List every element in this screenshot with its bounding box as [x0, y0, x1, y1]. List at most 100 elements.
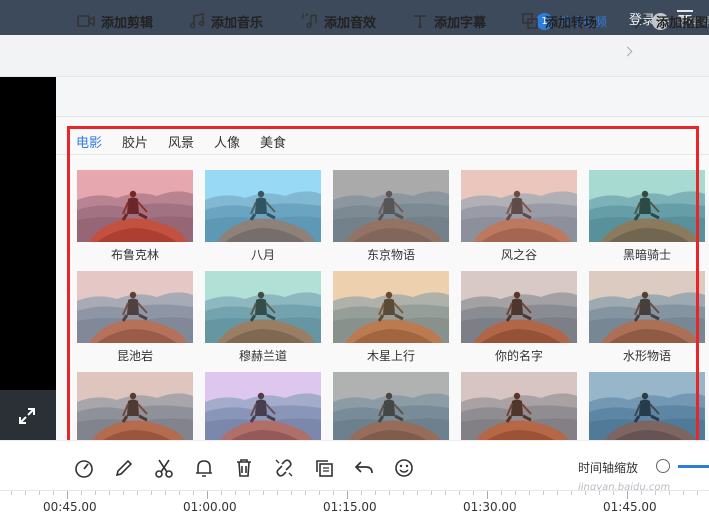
filter-thumbnail[interactable]: [461, 271, 577, 343]
transition-icon: [522, 13, 538, 29]
timeline-minor-tick: [501, 491, 502, 495]
timeline-time-label: 01:30.00: [463, 500, 517, 514]
filter-thumbnail[interactable]: [333, 271, 449, 343]
tab-food[interactable]: 美食: [260, 132, 286, 151]
timeline-minor-tick: [123, 491, 124, 495]
timeline-major-tick: [627, 491, 628, 499]
tool-label: 添加剪辑: [101, 15, 154, 31]
filter-thumbnail[interactable]: [461, 372, 577, 440]
tab-movie[interactable]: 电影: [76, 132, 102, 151]
tab-portrait[interactable]: 人像: [214, 132, 240, 151]
text-icon: [414, 15, 426, 28]
add-subtitle-button[interactable]: 添加字幕: [412, 11, 486, 31]
filter-thumbnail[interactable]: [77, 271, 193, 343]
timeline-minor-tick: [403, 491, 404, 495]
filter-thumbnail[interactable]: [333, 170, 449, 242]
timeline-minor-tick: [81, 491, 82, 495]
timeline-zoom-label: 时间轴缩放: [578, 461, 639, 475]
add-clip-button[interactable]: 添加剪辑: [77, 11, 153, 31]
music-note-icon: [189, 13, 205, 29]
timeline-minor-tick: [39, 491, 40, 495]
filter-label: 风之谷: [500, 248, 537, 262]
timeline-minor-tick: [641, 491, 642, 495]
timeline-major-tick: [487, 491, 488, 499]
tab-film[interactable]: 胶片: [122, 132, 148, 151]
timeline-minor-tick: [277, 491, 278, 495]
timeline-minor-tick: [613, 491, 614, 495]
fullscreen-expand-icon[interactable]: [17, 406, 37, 426]
timeline-minor-tick: [445, 491, 446, 495]
filter-label: 布鲁克林: [110, 248, 159, 262]
filter-thumbnail[interactable]: [333, 372, 449, 440]
zoom-slider-track[interactable]: [678, 465, 709, 468]
timeline-time-label: 00:45.00: [43, 500, 97, 514]
add-transition-button[interactable]: 添加转场: [522, 11, 597, 31]
timeline-minor-tick: [557, 491, 558, 495]
tool-label: 添加转场: [545, 15, 598, 31]
timeline-time-label: 01:15.00: [323, 500, 377, 514]
add-cutout-button[interactable]: 添加抠图: [633, 11, 708, 31]
filter-thumbnail[interactable]: [589, 271, 705, 343]
tool-label: 添加抠图: [656, 15, 709, 31]
filter-label: 木星上行: [366, 349, 415, 363]
timeline-minor-tick: [529, 491, 530, 495]
timeline-major-tick: [67, 491, 68, 499]
timeline-minor-tick: [25, 491, 26, 495]
filter-tabs: 电影 胶片 风景 人像 美食: [56, 117, 709, 155]
filter-label: 黑暗骑士: [622, 248, 671, 262]
timeline-time-label: 01:45.00: [603, 500, 657, 514]
tool-label: 添加音效: [324, 15, 377, 31]
timeline-minor-tick: [585, 491, 586, 495]
timeline-minor-tick: [473, 491, 474, 495]
timeline-minor-tick: [361, 491, 362, 495]
filter-thumbnail[interactable]: [77, 170, 193, 242]
timeline-minor-tick: [375, 491, 376, 495]
timeline-minor-tick: [221, 491, 222, 495]
tool-label: 添加音乐: [211, 15, 264, 31]
filter-thumbnail[interactable]: [205, 271, 321, 343]
timeline-minor-tick: [137, 491, 138, 495]
magic-wand-icon: [634, 14, 649, 29]
zoom-slider-handle[interactable]: [656, 459, 670, 473]
tool-label: 添加字幕: [434, 15, 487, 31]
edit-toolbar: [56, 77, 709, 117]
timeline-minor-tick: [95, 491, 96, 495]
timeline-minor-tick: [319, 491, 320, 495]
filter-label: 你的名字: [494, 349, 543, 363]
filter-thumbnail[interactable]: [77, 372, 193, 440]
filter-thumbnail[interactable]: [589, 170, 705, 242]
timeline-minor-tick: [263, 491, 264, 495]
timeline-time-label: 01:00.00: [183, 500, 237, 514]
timeline-minor-tick: [179, 491, 180, 495]
timeline-major-tick: [207, 491, 208, 499]
filter-thumbnail[interactable]: [205, 170, 321, 242]
filter-thumbnail[interactable]: [589, 372, 705, 440]
timeline-minor-tick: [193, 491, 194, 495]
trash-icon[interactable]: [233, 457, 255, 479]
timeline-minor-tick: [683, 491, 684, 495]
timeline-minor-tick: [53, 491, 54, 495]
undo-icon[interactable]: [353, 457, 375, 479]
timeline-minor-tick: [305, 491, 306, 495]
pen-icon[interactable]: [113, 457, 135, 479]
timeline-minor-tick: [571, 491, 572, 495]
tab-landscape[interactable]: 风景: [168, 132, 194, 151]
copy-icon[interactable]: [313, 457, 335, 479]
filter-thumbnail[interactable]: [205, 372, 321, 440]
timeline-minor-tick: [417, 491, 418, 495]
sound-effect-icon: [301, 13, 317, 29]
speed-icon[interactable]: [73, 457, 95, 479]
scissors-icon[interactable]: [153, 457, 175, 479]
filter-thumbnail[interactable]: [461, 170, 577, 242]
timeline-minor-tick: [389, 491, 390, 495]
emoji-icon[interactable]: [393, 457, 415, 479]
timeline-minor-tick: [599, 491, 600, 495]
bell-icon[interactable]: [193, 457, 215, 479]
timeline-minor-tick: [291, 491, 292, 495]
add-sound-effect-button[interactable]: 添加音效: [300, 11, 376, 31]
timeline-minor-tick: [109, 491, 110, 495]
add-music-button[interactable]: 添加音乐: [189, 11, 263, 31]
timeline-minor-tick: [333, 491, 334, 495]
timeline-minor-tick: [151, 491, 152, 495]
unlink-icon[interactable]: [273, 457, 295, 479]
